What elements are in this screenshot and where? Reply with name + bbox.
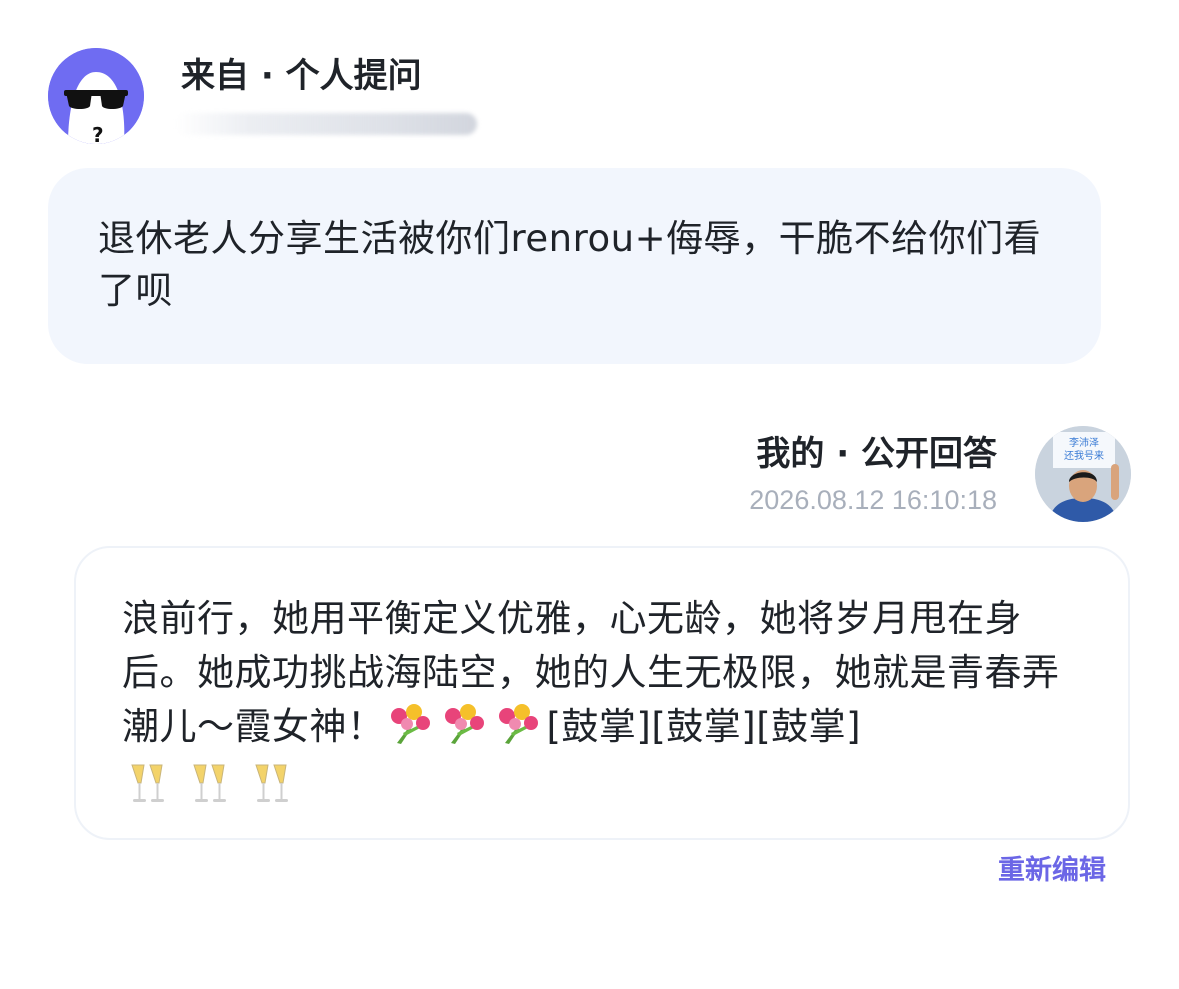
answer-text: 浪前行，她用平衡定义优雅，心无龄，她将岁月甩在身后。她成功挑战海陆空，她的人生无… (122, 592, 1082, 820)
answer-timestamp: 2026.08.12 16:10:18 (749, 485, 997, 515)
applause-tags: [鼓掌][鼓掌][鼓掌] (546, 705, 862, 748)
avatar-sign-line2: 还我号来 (1064, 450, 1104, 462)
blurred-subtitle (175, 113, 477, 135)
question-bubble: 退休老人分享生活被你们renrou+侮辱，干脆不给你们看了呗 (48, 168, 1101, 364)
bouquet-emoji-icon (441, 703, 487, 760)
svg-text:?: ? (92, 123, 104, 144)
champagne-cheers-emoji-icon (186, 761, 232, 820)
question-text: 退休老人分享生活被你们renrou+侮辱，干脆不给你们看了呗 (98, 217, 1042, 312)
bouquet-emoji-icon (387, 703, 433, 760)
bouquet-emoji-icon (495, 703, 541, 760)
answer-bubble: 浪前行，她用平衡定义优雅，心无龄，她将岁月甩在身后。她成功挑战海陆空，她的人生无… (74, 546, 1130, 840)
avatar-sign-line1: 李沛泽 (1069, 436, 1099, 449)
sunglasses-ghost-icon: ? (48, 48, 144, 144)
asker-avatar[interactable]: ? (48, 48, 144, 144)
champagne-cheers-emoji-icon (124, 761, 170, 820)
person-holding-sign-avatar-icon: 李沛泽 还我号来 (1035, 426, 1131, 522)
champagne-cheers-emoji-icon (248, 761, 294, 820)
answerer-avatar[interactable]: 李沛泽 还我号来 (1035, 426, 1131, 522)
answer-source-title: 我的 · 公开回答 (756, 434, 997, 474)
re-edit-button[interactable]: 重新编辑 (998, 852, 1106, 890)
question-source-title: 来自 · 个人提问 (181, 56, 422, 96)
